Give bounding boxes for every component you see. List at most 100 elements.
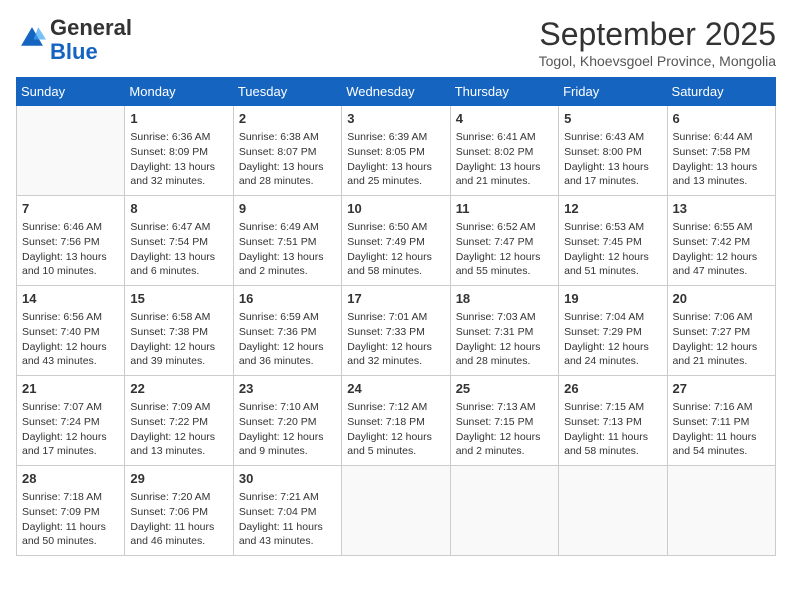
day-cell: 13Sunrise: 6:55 AMSunset: 7:42 PMDayligh… (667, 196, 775, 286)
day-info: Sunrise: 6:56 AMSunset: 7:40 PMDaylight:… (22, 310, 119, 369)
day-info: Sunrise: 6:36 AMSunset: 8:09 PMDaylight:… (130, 130, 227, 189)
day-info: Sunrise: 7:03 AMSunset: 7:31 PMDaylight:… (456, 310, 553, 369)
day-cell: 18 Sunrise: 7:03 AMSunset: 7:31 PMDayligh… (450, 286, 558, 376)
day-cell (667, 466, 775, 556)
header-wednesday: Wednesday (342, 78, 450, 106)
day-info: Sunrise: 7:13 AMSunset: 7:15 PMDaylight:… (456, 400, 553, 459)
day-cell: 2Sunrise: 6:38 AMSunset: 8:07 PMDaylight… (233, 106, 341, 196)
day-info: Sunrise: 7:20 AMSunset: 7:06 PMDaylight:… (130, 490, 227, 549)
day-info: Sunrise: 6:52 AMSunset: 7:47 PMDaylight:… (456, 220, 553, 279)
day-cell: 10 Sunrise: 6:50 AMSunset: 7:49 PMDayligh… (342, 196, 450, 286)
day-cell (559, 466, 667, 556)
day-info: Sunrise: 6:58 AMSunset: 7:38 PMDaylight:… (130, 310, 227, 369)
day-info: Sunrise: 6:39 AMSunset: 8:05 PMDaylight:… (347, 130, 444, 189)
day-info: Sunrise: 7:18 AMSunset: 7:09 PMDaylight:… (22, 490, 119, 549)
day-cell (450, 466, 558, 556)
week-row-3: 14 Sunrise: 6:56 AMSunset: 7:40 PMDayligh… (17, 286, 776, 376)
day-info: Sunrise: 6:53 AMSunset: 7:45 PMDaylight:… (564, 220, 661, 279)
day-info: Sunrise: 6:59 AMSunset: 7:36 PMDaylight:… (239, 310, 336, 369)
day-info: Sunrise: 7:07 AMSunset: 7:24 PMDaylight:… (22, 400, 119, 459)
day-number: 15 (130, 290, 227, 308)
day-number: 18 (456, 290, 553, 308)
day-cell: 15 Sunrise: 6:58 AMSunset: 7:38 PMDayligh… (125, 286, 233, 376)
weekday-header-row: Sunday Monday Tuesday Wednesday Thursday… (17, 78, 776, 106)
day-cell: 24 Sunrise: 7:12 AMSunset: 7:18 PMDayligh… (342, 376, 450, 466)
week-row-5: 28Sunrise: 7:18 AMSunset: 7:09 PMDayligh… (17, 466, 776, 556)
day-info: Sunrise: 6:46 AMSunset: 7:56 PMDaylight:… (22, 220, 119, 279)
month-title: September 2025 (539, 16, 776, 53)
day-cell: 9 Sunrise: 6:49 AMSunset: 7:51 PMDaylight… (233, 196, 341, 286)
day-number: 10 (347, 200, 444, 218)
day-cell: 25Sunrise: 7:13 AMSunset: 7:15 PMDayligh… (450, 376, 558, 466)
day-number: 3 (347, 110, 444, 128)
day-number: 9 (239, 200, 336, 218)
day-cell: 14 Sunrise: 6:56 AMSunset: 7:40 PMDayligh… (17, 286, 125, 376)
day-cell: 8 Sunrise: 6:47 AMSunset: 7:54 PMDaylight… (125, 196, 233, 286)
day-info: Sunrise: 7:21 AMSunset: 7:04 PMDaylight:… (239, 490, 336, 549)
day-info: Sunrise: 7:04 AMSunset: 7:29 PMDaylight:… (564, 310, 661, 369)
day-cell: 4Sunrise: 6:41 AMSunset: 8:02 PMDaylight… (450, 106, 558, 196)
title-block: September 2025 Togol, Khoevsgoel Provinc… (539, 16, 776, 69)
day-cell: 28Sunrise: 7:18 AMSunset: 7:09 PMDayligh… (17, 466, 125, 556)
day-number: 23 (239, 380, 336, 398)
week-row-2: 7 Sunrise: 6:46 AMSunset: 7:56 PMDaylight… (17, 196, 776, 286)
day-number: 30 (239, 470, 336, 488)
day-number: 22 (130, 380, 227, 398)
day-info: Sunrise: 6:50 AMSunset: 7:49 PMDaylight:… (347, 220, 444, 279)
day-number: 6 (673, 110, 770, 128)
logo-general-text: General (50, 15, 132, 40)
day-info: Sunrise: 7:06 AMSunset: 7:27 PMDaylight:… (673, 310, 770, 369)
day-cell (17, 106, 125, 196)
day-cell: 29 Sunrise: 7:20 AMSunset: 7:06 PMDayligh… (125, 466, 233, 556)
day-number: 27 (673, 380, 770, 398)
day-cell: 19 Sunrise: 7:04 AMSunset: 7:29 PMDayligh… (559, 286, 667, 376)
day-cell: 27 Sunrise: 7:16 AMSunset: 7:11 PMDayligh… (667, 376, 775, 466)
day-number: 29 (130, 470, 227, 488)
day-cell: 22Sunrise: 7:09 AMSunset: 7:22 PMDayligh… (125, 376, 233, 466)
day-number: 16 (239, 290, 336, 308)
header-tuesday: Tuesday (233, 78, 341, 106)
day-number: 14 (22, 290, 119, 308)
day-number: 8 (130, 200, 227, 218)
day-number: 13 (673, 200, 770, 218)
logo: General Blue (16, 16, 132, 64)
week-row-4: 21Sunrise: 7:07 AMSunset: 7:24 PMDayligh… (17, 376, 776, 466)
day-info: Sunrise: 7:15 AMSunset: 7:13 PMDaylight:… (564, 400, 661, 459)
day-cell: 7 Sunrise: 6:46 AMSunset: 7:56 PMDaylight… (17, 196, 125, 286)
day-info: Sunrise: 6:47 AMSunset: 7:54 PMDaylight:… (130, 220, 227, 279)
day-cell (342, 466, 450, 556)
day-number: 1 (130, 110, 227, 128)
calendar-table: Sunday Monday Tuesday Wednesday Thursday… (16, 77, 776, 556)
header-thursday: Thursday (450, 78, 558, 106)
day-number: 7 (22, 200, 119, 218)
day-info: Sunrise: 7:10 AMSunset: 7:20 PMDaylight:… (239, 400, 336, 459)
day-number: 5 (564, 110, 661, 128)
day-cell: 1 Sunrise: 6:36 AMSunset: 8:09 PMDaylight… (125, 106, 233, 196)
header-saturday: Saturday (667, 78, 775, 106)
header-friday: Friday (559, 78, 667, 106)
day-cell: 20 Sunrise: 7:06 AMSunset: 7:27 PMDayligh… (667, 286, 775, 376)
day-cell: 12 Sunrise: 6:53 AMSunset: 7:45 PMDayligh… (559, 196, 667, 286)
day-cell: 5Sunrise: 6:43 AMSunset: 8:00 PMDaylight… (559, 106, 667, 196)
week-row-1: 1 Sunrise: 6:36 AMSunset: 8:09 PMDaylight… (17, 106, 776, 196)
day-number: 11 (456, 200, 553, 218)
day-number: 17 (347, 290, 444, 308)
day-number: 19 (564, 290, 661, 308)
day-cell: 17Sunrise: 7:01 AMSunset: 7:33 PMDayligh… (342, 286, 450, 376)
day-cell: 26Sunrise: 7:15 AMSunset: 7:13 PMDayligh… (559, 376, 667, 466)
day-number: 20 (673, 290, 770, 308)
day-number: 12 (564, 200, 661, 218)
day-number: 2 (239, 110, 336, 128)
day-cell: 16 Sunrise: 6:59 AMSunset: 7:36 PMDayligh… (233, 286, 341, 376)
day-info: Sunrise: 6:44 AMSunset: 7:58 PMDaylight:… (673, 130, 770, 189)
day-cell: 11 Sunrise: 6:52 AMSunset: 7:47 PMDayligh… (450, 196, 558, 286)
logo-blue-text: Blue (50, 39, 98, 64)
header-sunday: Sunday (17, 78, 125, 106)
day-info: Sunrise: 6:49 AMSunset: 7:51 PMDaylight:… (239, 220, 336, 279)
day-cell: 30 Sunrise: 7:21 AMSunset: 7:04 PMDayligh… (233, 466, 341, 556)
day-number: 24 (347, 380, 444, 398)
logo-icon (18, 24, 46, 52)
day-info: Sunrise: 7:12 AMSunset: 7:18 PMDaylight:… (347, 400, 444, 459)
page-header: General Blue September 2025 Togol, Khoev… (16, 16, 776, 69)
day-info: Sunrise: 7:16 AMSunset: 7:11 PMDaylight:… (673, 400, 770, 459)
